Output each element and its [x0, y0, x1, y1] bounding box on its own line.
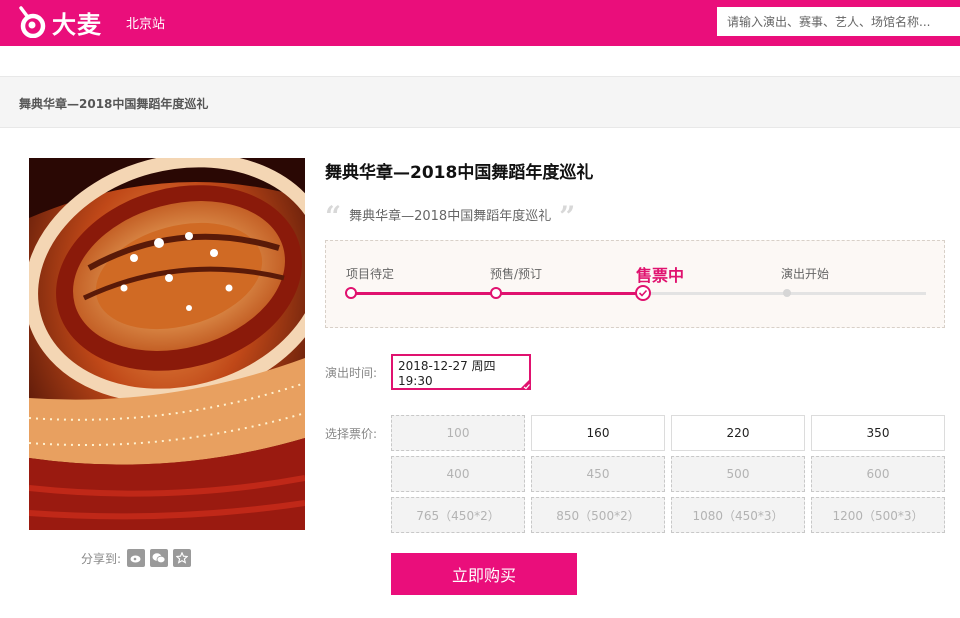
- sales-status-panel: 项目待定 预售/预订 售票中 演出开始: [325, 240, 945, 328]
- performance-time-value: 2018-12-27 周四 19:30: [398, 358, 496, 388]
- wechat-icon[interactable]: [150, 549, 169, 567]
- share-label: 分享到:: [81, 551, 122, 566]
- step-node-presale: [490, 287, 502, 299]
- price-option[interactable]: 1080（450*3）: [671, 497, 805, 533]
- city-selector[interactable]: 北京站: [126, 13, 165, 32]
- step-node-show-start: [783, 289, 791, 297]
- price-option[interactable]: 765（450*2）: [391, 497, 525, 533]
- event-subtitle: 舞典华章—2018中国舞蹈年度巡礼: [349, 208, 552, 224]
- damai-logo-icon: [19, 6, 46, 38]
- price-option[interactable]: 450: [531, 456, 665, 492]
- concert-hall-image: [29, 158, 305, 530]
- performance-time-option[interactable]: 2018-12-27 周四 19:30: [391, 354, 531, 390]
- performance-time-label: 演出时间:: [325, 366, 378, 380]
- close-quote-icon: ”: [559, 200, 576, 233]
- step-label-presale: 预售/预订: [490, 267, 543, 281]
- price-option[interactable]: 500: [671, 456, 805, 492]
- price-option[interactable]: 400: [391, 456, 525, 492]
- favorite-star-icon[interactable]: [173, 549, 192, 567]
- event-poster: [29, 158, 305, 530]
- step-label-show-start: 演出开始: [781, 267, 830, 281]
- price-option[interactable]: 350: [811, 415, 945, 451]
- brand-name: 大麦: [52, 10, 102, 39]
- step-node-pending-project: [345, 287, 357, 299]
- price-option[interactable]: 100: [391, 415, 525, 451]
- price-option[interactable]: 1200（500*3）: [811, 497, 945, 533]
- price-label: 选择票价:: [325, 427, 378, 441]
- price-option[interactable]: 160: [531, 415, 665, 451]
- event-subtitle-block: “ 舞典华章—2018中国舞蹈年度巡礼 ”: [325, 200, 576, 233]
- open-quote-icon: “: [325, 200, 342, 233]
- step-label-on-sale: 售票中: [636, 266, 685, 285]
- step-label-pending-project: 项目待定: [346, 267, 395, 281]
- damai-logo[interactable]: 大麦: [18, 5, 102, 39]
- check-icon: [638, 289, 648, 297]
- price-option[interactable]: 220: [671, 415, 805, 451]
- top-header: 大麦 北京站: [0, 0, 960, 46]
- event-title: 舞典华章—2018中国舞蹈年度巡礼: [325, 163, 594, 183]
- step-node-on-sale: [635, 285, 651, 301]
- selected-corner-check-icon: [519, 378, 531, 390]
- price-option[interactable]: 600: [811, 456, 945, 492]
- weibo-icon[interactable]: [127, 549, 146, 567]
- share-bar: 分享到:: [81, 549, 196, 567]
- buy-now-button[interactable]: 立即购买: [391, 553, 577, 595]
- price-option[interactable]: 850（500*2）: [531, 497, 665, 533]
- breadcrumb: 舞典华章—2018中国舞蹈年度巡礼: [19, 97, 209, 111]
- breadcrumb-bar: 舞典华章—2018中国舞蹈年度巡礼: [0, 76, 960, 128]
- search-input[interactable]: [717, 7, 960, 36]
